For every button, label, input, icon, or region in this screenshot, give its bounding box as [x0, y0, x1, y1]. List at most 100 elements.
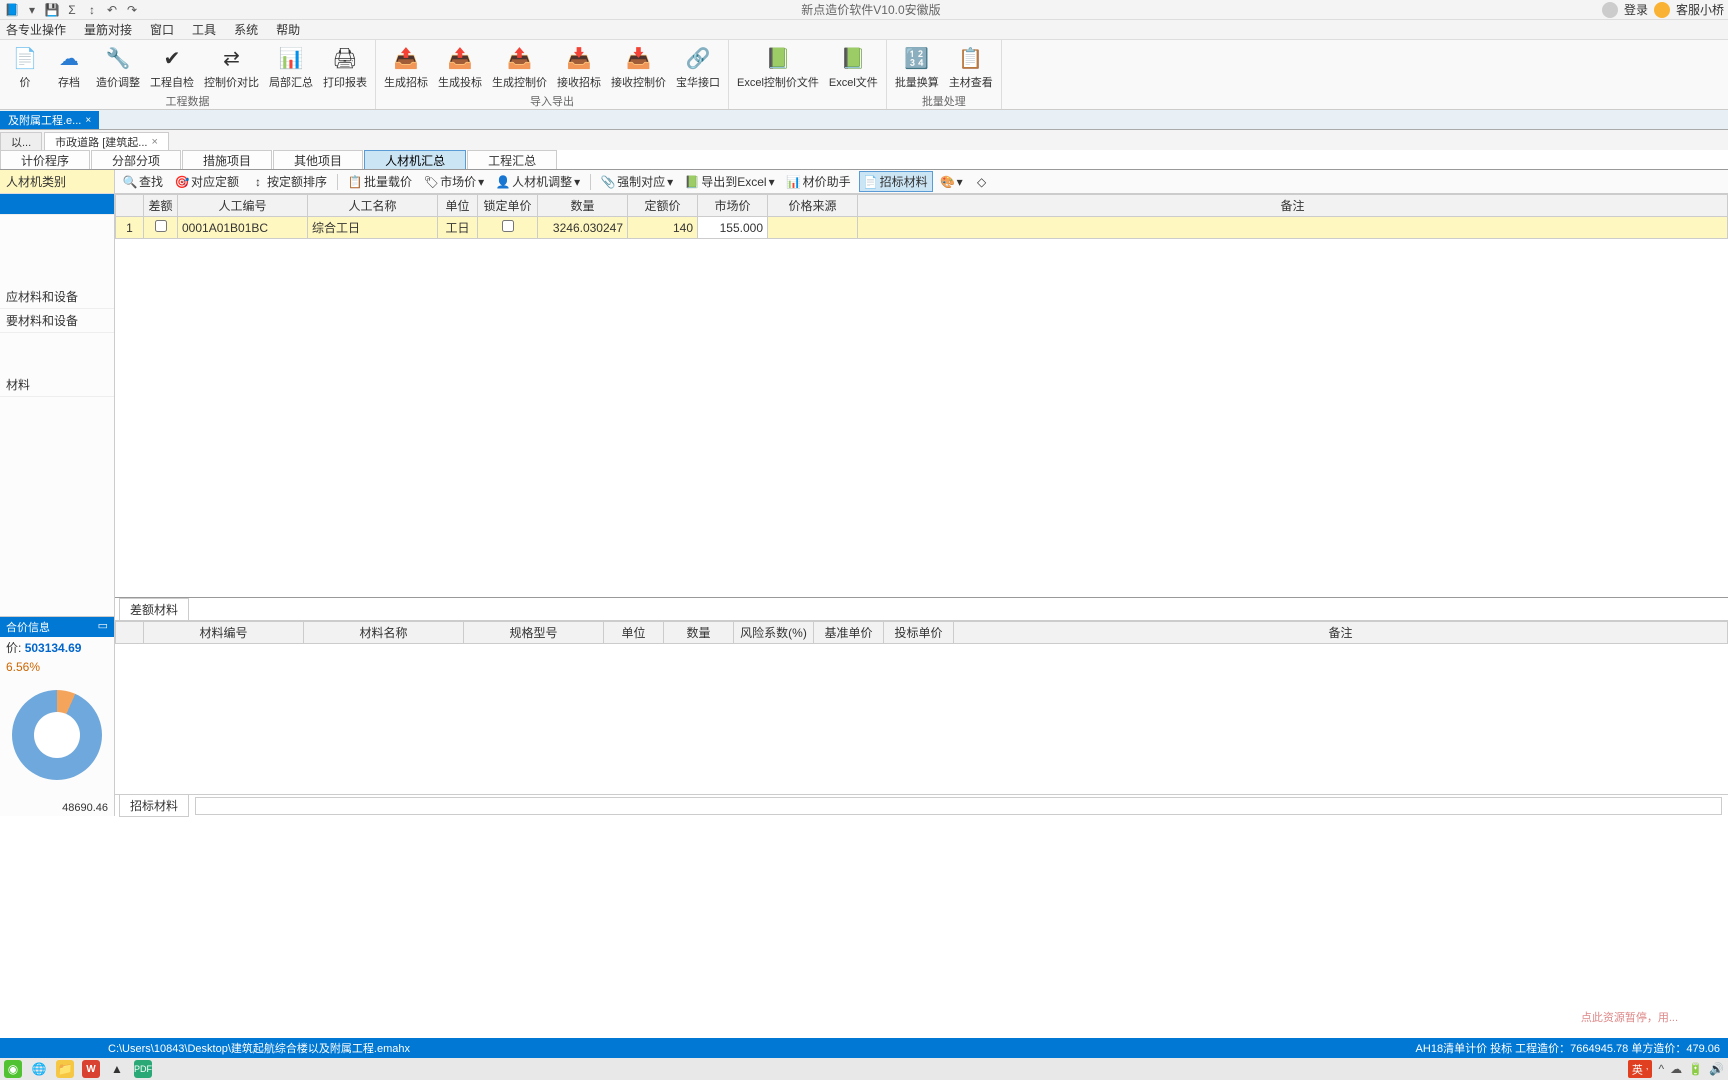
tab-other[interactable]: 其他项目: [273, 150, 363, 169]
login-label[interactable]: 登录: [1624, 1, 1648, 18]
browser-icon[interactable]: ◉: [4, 1060, 22, 1078]
rb-summary[interactable]: 📊局部汇总: [265, 42, 317, 92]
rb-gen-bid[interactable]: 📤生成招标: [380, 42, 432, 92]
rb-batch[interactable]: 🔢批量换算: [891, 42, 943, 92]
cloud-icon[interactable]: ☁: [1670, 1062, 1682, 1076]
redo-icon[interactable]: ↷: [124, 2, 140, 18]
tb-export[interactable]: 📗导出到Excel▾: [681, 172, 778, 191]
dropdown-icon[interactable]: ▾: [24, 2, 40, 18]
rb-main-mat[interactable]: 📋主材查看: [945, 42, 997, 92]
sub-tab-2[interactable]: 市政道路 [建筑起...×: [44, 132, 169, 150]
collapse-icon[interactable]: ▭: [98, 619, 108, 635]
support-label[interactable]: 客服小桥: [1676, 1, 1724, 18]
col-code[interactable]: 人工编号: [178, 195, 308, 217]
tb-batch-price[interactable]: 📋批量载价: [344, 172, 416, 191]
cell-unit[interactable]: 工日: [438, 217, 478, 239]
table-row[interactable]: 1 0001A01B01BC 综合工日 工日 3246.030247 140 1…: [116, 217, 1728, 239]
menu-help[interactable]: 帮助: [276, 21, 300, 38]
menu-pro[interactable]: 各专业操作: [6, 21, 66, 38]
volume-icon[interactable]: 🔊: [1709, 1062, 1724, 1076]
save-icon[interactable]: 💾: [44, 2, 60, 18]
col-source[interactable]: 价格来源: [768, 195, 858, 217]
bottom-tab[interactable]: 差额材料: [119, 598, 189, 620]
chrome-icon[interactable]: 🌐: [30, 1060, 48, 1078]
tb-quota[interactable]: 🎯对应定额: [171, 172, 243, 191]
ime-indicator[interactable]: 英 ,: [1628, 1060, 1653, 1079]
col-unit[interactable]: 单位: [438, 195, 478, 217]
rb-adjust[interactable]: 🔧造价调整: [92, 42, 144, 92]
rb-archive[interactable]: ☁存档: [48, 42, 90, 92]
tab-proj-sum[interactable]: 工程汇总: [467, 150, 557, 169]
tb-adjust[interactable]: 👤人材机调整▾: [492, 172, 584, 191]
cell-code[interactable]: 0001A01B01BC: [178, 217, 308, 239]
rb-price[interactable]: 📄价: [4, 42, 46, 92]
rb-recv-ctrl[interactable]: 📥接收控制价: [607, 42, 670, 92]
col-qty[interactable]: 数量: [538, 195, 628, 217]
rb-gen-tender[interactable]: 📤生成投标: [434, 42, 486, 92]
ribbon-group-io: 📤生成招标 📤生成投标 📤生成控制价 📥接收招标 📥接收控制价 🔗宝华接口 导入…: [376, 40, 729, 109]
menu-tools[interactable]: 工具: [192, 21, 216, 38]
cell-remark[interactable]: [858, 217, 1728, 239]
sigma-icon[interactable]: Σ: [64, 2, 80, 18]
col-diff[interactable]: 差额: [144, 195, 178, 217]
app-icon[interactable]: ▲: [108, 1060, 126, 1078]
tb-clear[interactable]: ◇: [971, 174, 993, 190]
tb-helper[interactable]: 📊材价助手: [783, 172, 855, 191]
cell-quota[interactable]: 140: [628, 217, 698, 239]
col-name[interactable]: 人工名称: [308, 195, 438, 217]
tab-labor-mat[interactable]: 人材机汇总: [364, 150, 466, 169]
tb-sort[interactable]: ↕按定额排序: [247, 172, 331, 191]
rb-print[interactable]: 🖨打印报表: [319, 42, 371, 92]
rb-excel-ctrl[interactable]: 📗Excel控制价文件: [733, 42, 823, 95]
cell-qty[interactable]: 3246.030247: [538, 217, 628, 239]
refresh-icon[interactable]: ↕: [84, 2, 100, 18]
rb-compare[interactable]: ⇄控制价对比: [200, 42, 263, 92]
rb-baohua[interactable]: 🔗宝华接口: [672, 42, 724, 92]
col-lock[interactable]: 锁定单价: [478, 195, 538, 217]
project-tab-1[interactable]: 及附属工程.e...×: [0, 111, 99, 129]
sub-tab-1[interactable]: 以...: [0, 132, 42, 150]
bottom-grid[interactable]: 材料编号 材料名称 规格型号 单位 数量 风险系数(%) 基准单价 投标单价 备…: [115, 620, 1728, 794]
tb-bid-mat[interactable]: 📄招标材料: [859, 171, 933, 192]
tb-find[interactable]: 🔍查找: [119, 172, 167, 191]
explorer-icon[interactable]: 📁: [56, 1060, 74, 1078]
sidebar-item-3[interactable]: 材料: [0, 373, 114, 397]
tab-measure[interactable]: 措施项目: [182, 150, 272, 169]
battery-icon[interactable]: 🔋: [1688, 1062, 1703, 1076]
tab-pricing[interactable]: 计价程序: [0, 150, 90, 169]
rb-check[interactable]: ✔工程自检: [146, 42, 198, 92]
tab-division[interactable]: 分部分项: [91, 150, 181, 169]
sidebar-item-2[interactable]: 要材料和设备: [0, 309, 114, 333]
diff-checkbox[interactable]: [155, 220, 167, 232]
col-market[interactable]: 市场价: [698, 195, 768, 217]
menu-system[interactable]: 系统: [234, 21, 258, 38]
col-remark[interactable]: 备注: [858, 195, 1728, 217]
main-grid[interactable]: 差额 人工编号 人工名称 单位 锁定单价 数量 定额价 市场价 价格来源 备注: [115, 194, 1728, 597]
pdf-icon[interactable]: PDF: [134, 1060, 152, 1078]
close-icon[interactable]: ×: [85, 115, 91, 126]
menu-qty[interactable]: 量筋对接: [84, 21, 132, 38]
cell-source[interactable]: [768, 217, 858, 239]
sidebar-item-1[interactable]: 应材料和设备: [0, 285, 114, 309]
tb-market[interactable]: 🏷市场价▾: [420, 172, 488, 191]
tb-force[interactable]: 📎强制对应▾: [597, 172, 677, 191]
cell-name[interactable]: 综合工日: [308, 217, 438, 239]
lock-icon: 📎: [601, 175, 615, 189]
support-icon[interactable]: [1654, 2, 1670, 18]
wps-icon[interactable]: W: [82, 1060, 100, 1078]
rb-gen-ctrl[interactable]: 📤生成控制价: [488, 42, 551, 92]
rb-recv-bid[interactable]: 📥接收招标: [553, 42, 605, 92]
menu-window[interactable]: 窗口: [150, 21, 174, 38]
title-bar: 📘 ▾ 💾 Σ ↕ ↶ ↷ 新点造价软件V10.0安徽版 登录 客服小桥: [0, 0, 1728, 20]
user-avatar-icon[interactable]: [1602, 2, 1618, 18]
undo-icon[interactable]: ↶: [104, 2, 120, 18]
bid-input[interactable]: [195, 797, 1722, 815]
cell-market[interactable]: 155.000: [698, 217, 768, 239]
rb-excel-file[interactable]: 📗Excel文件: [825, 42, 882, 95]
lock-checkbox[interactable]: [502, 220, 514, 232]
tb-color[interactable]: 🎨▾: [937, 174, 967, 190]
sidebar-item-sel[interactable]: [0, 194, 114, 215]
col-quota[interactable]: 定额价: [628, 195, 698, 217]
close-icon[interactable]: ×: [151, 136, 157, 148]
tray-up-icon[interactable]: ^: [1658, 1062, 1664, 1076]
